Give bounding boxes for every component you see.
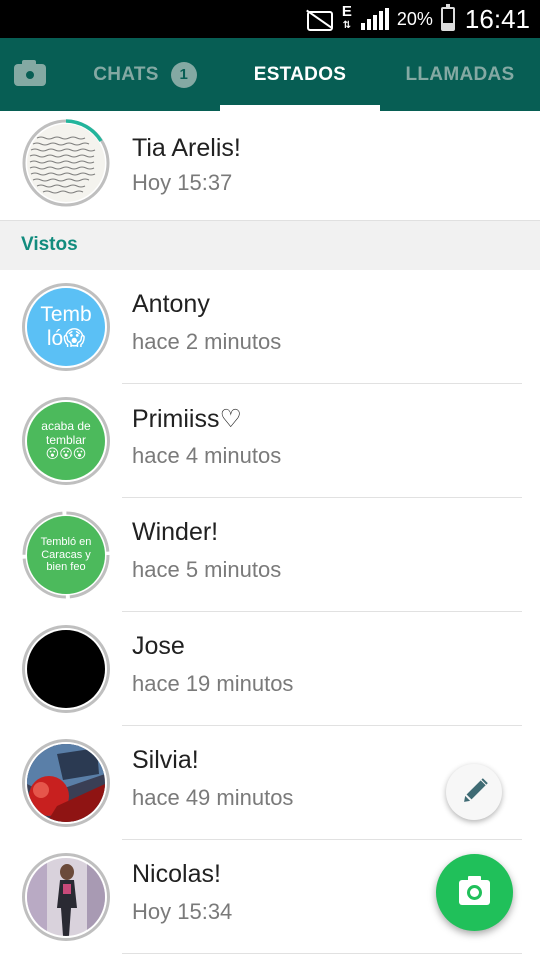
contact-name: Tia Arelis! xyxy=(132,134,241,162)
photo-thumbnail xyxy=(27,858,105,936)
status-time: hace 4 minutos xyxy=(132,443,282,468)
avatar-text: 😮😮😮 xyxy=(45,446,87,462)
section-label: Vistos xyxy=(21,234,78,255)
avatar: acaba de temblar 😮😮😮 xyxy=(27,402,105,480)
tab-estados-label: ESTADOS xyxy=(253,63,347,85)
camera-icon xyxy=(459,876,490,905)
tab-llamadas-label: LLAMADAS xyxy=(405,63,515,85)
battery-icon xyxy=(440,4,455,31)
tab-llamadas[interactable]: LLAMADAS xyxy=(380,38,540,111)
data-arrows-icon: ⇅ xyxy=(342,20,352,31)
battery-percent: 20% xyxy=(396,8,433,29)
avatar: Tembló en Caracas y bien feo xyxy=(27,516,105,594)
my-status-row[interactable]: Tia Arelis! Hoy 15:37 xyxy=(0,111,540,220)
status-time: hace 49 minutos xyxy=(132,785,294,810)
photo-thumbnail xyxy=(27,744,105,822)
status-row[interactable]: Tembló en Caracas y bien feo Winder! hac… xyxy=(0,498,540,612)
contact-name: Jose xyxy=(132,632,185,660)
clock: 16:41 xyxy=(464,3,530,34)
avatar xyxy=(27,124,105,202)
contact-name: Primiiss♡ xyxy=(132,405,242,433)
camera-status-button[interactable] xyxy=(436,854,513,931)
pencil-icon xyxy=(464,778,488,802)
status-time: hace 5 minutos xyxy=(132,557,282,582)
status-time: Hoy 15:37 xyxy=(132,170,233,195)
status-time: Hoy 15:34 xyxy=(132,899,233,924)
avatar-text: Tembló en Caracas y bien feo xyxy=(40,536,92,574)
divider xyxy=(122,953,522,954)
tab-bar: CHATS 1 ESTADOS LLAMADAS xyxy=(0,38,540,111)
network-type-label: E xyxy=(341,3,352,20)
avatar xyxy=(27,630,105,708)
unread-badge: 1 xyxy=(170,61,197,88)
avatar: Temb ló😱 xyxy=(27,288,105,366)
tab-estados[interactable]: ESTADOS xyxy=(220,38,380,111)
camera-icon[interactable] xyxy=(12,58,48,90)
text-status-button[interactable] xyxy=(446,764,502,820)
tab-chats[interactable]: CHATS 1 xyxy=(70,38,220,111)
handwritten-note-image xyxy=(29,136,96,194)
status-time: hace 2 minutos xyxy=(132,329,282,354)
avatar-text: Temb xyxy=(40,302,92,326)
status-row[interactable]: Jose hace 19 minutos xyxy=(0,612,540,726)
avatar-text: ló😱 xyxy=(46,327,86,350)
contact-name: Winder! xyxy=(132,518,219,546)
status-icons: E ⇅ 20% 16:41 xyxy=(303,0,530,38)
mute-icon xyxy=(303,8,333,31)
section-header-viewed: Vistos xyxy=(0,220,540,270)
tab-chats-label: CHATS xyxy=(93,63,159,85)
avatar-text: acaba de temblar xyxy=(41,418,91,447)
contact-name: Silvia! xyxy=(132,746,199,774)
app: E ⇅ 20% 16:41 CHATS 1 ESTADOS LLAMADAS T… xyxy=(0,0,540,960)
signal-icon xyxy=(360,8,389,30)
contact-name: Nicolas! xyxy=(132,860,221,888)
status-time: hace 19 minutos xyxy=(132,671,294,696)
avatar xyxy=(27,858,105,936)
status-row[interactable]: acaba de temblar 😮😮😮 Primiiss♡ hace 4 mi… xyxy=(0,384,540,498)
network-type-icon: E ⇅ xyxy=(341,3,353,33)
status-row[interactable]: Temb ló😱 Antony hace 2 minutos xyxy=(0,270,540,384)
avatar xyxy=(27,744,105,822)
status-bar: E ⇅ 20% 16:41 xyxy=(0,0,540,38)
contact-name: Antony xyxy=(132,290,210,318)
